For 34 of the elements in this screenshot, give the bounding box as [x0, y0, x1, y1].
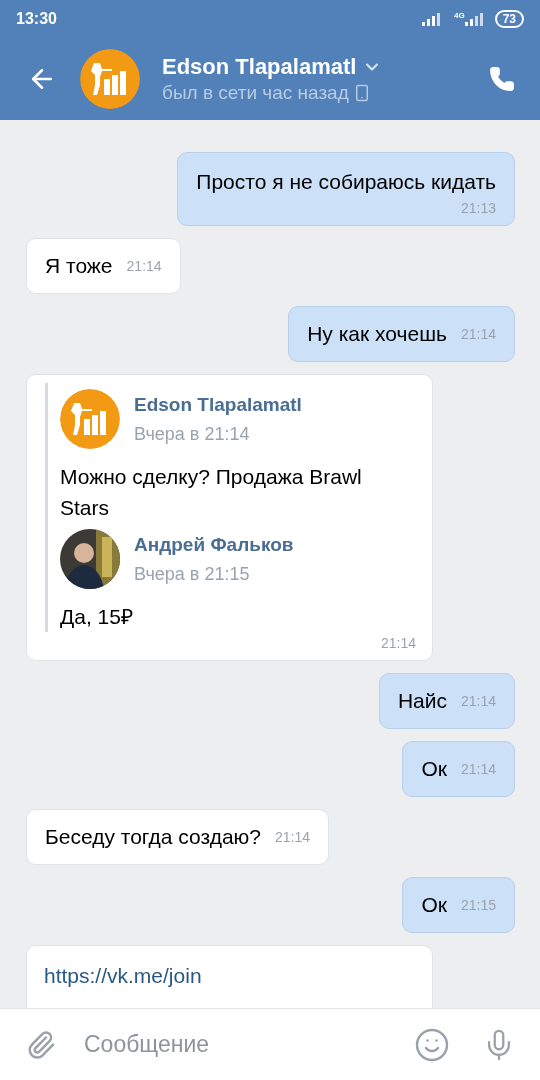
avatar-logo-icon: [80, 49, 140, 109]
message-text: Я тоже: [45, 253, 113, 279]
message-date: Вчера в 21:14: [134, 422, 251, 446]
message-text: Беседу тогда создаю?: [45, 824, 262, 850]
paperclip-icon[interactable]: [26, 1029, 56, 1060]
message-time: 21:14: [460, 326, 496, 342]
network-type: 4G: [453, 12, 465, 20]
message-time: 21:14: [380, 636, 416, 650]
message-composer[interactable]: Сообщение: [0, 1008, 540, 1080]
message-input[interactable]: Сообщение: [84, 1027, 414, 1062]
link[interactable]: https://vk.me/join: [44, 964, 202, 987]
author-name[interactable]: Edson Tlapalamatl: [134, 392, 302, 417]
message-text: Да, 15₽: [60, 604, 134, 630]
message-time: 21:15: [460, 897, 496, 913]
message-time: 21:14: [126, 258, 162, 274]
signal-icon: [464, 12, 485, 26]
message-time: 21:13: [460, 201, 496, 215]
message-time: 21:14: [275, 829, 311, 845]
message-time: 21:14: [460, 693, 496, 709]
message-text: Найс: [397, 688, 447, 714]
message-time: 21:14: [460, 761, 496, 777]
battery-indicator: 73: [494, 10, 524, 28]
message-text: Ок: [421, 756, 447, 782]
contact-name[interactable]: Edson Tlapalamatl: [162, 53, 357, 81]
emoji-icon[interactable]: [414, 1026, 450, 1063]
last-seen-status: был в сети час назад: [162, 80, 349, 105]
message-text: Просто я не собираюсь кидать: [196, 169, 496, 195]
message-text: Можно сделку? Продажа Brawl Stars: [60, 464, 363, 521]
clock: 13:30: [16, 9, 57, 29]
message-date: Вчера в 21:15: [134, 562, 251, 586]
message-text: Ок: [421, 892, 447, 918]
avatar-logo-icon: [60, 389, 120, 449]
message-text: Ну как хочешь: [307, 321, 447, 347]
author-name[interactable]: Андрей Фальков: [134, 532, 294, 557]
